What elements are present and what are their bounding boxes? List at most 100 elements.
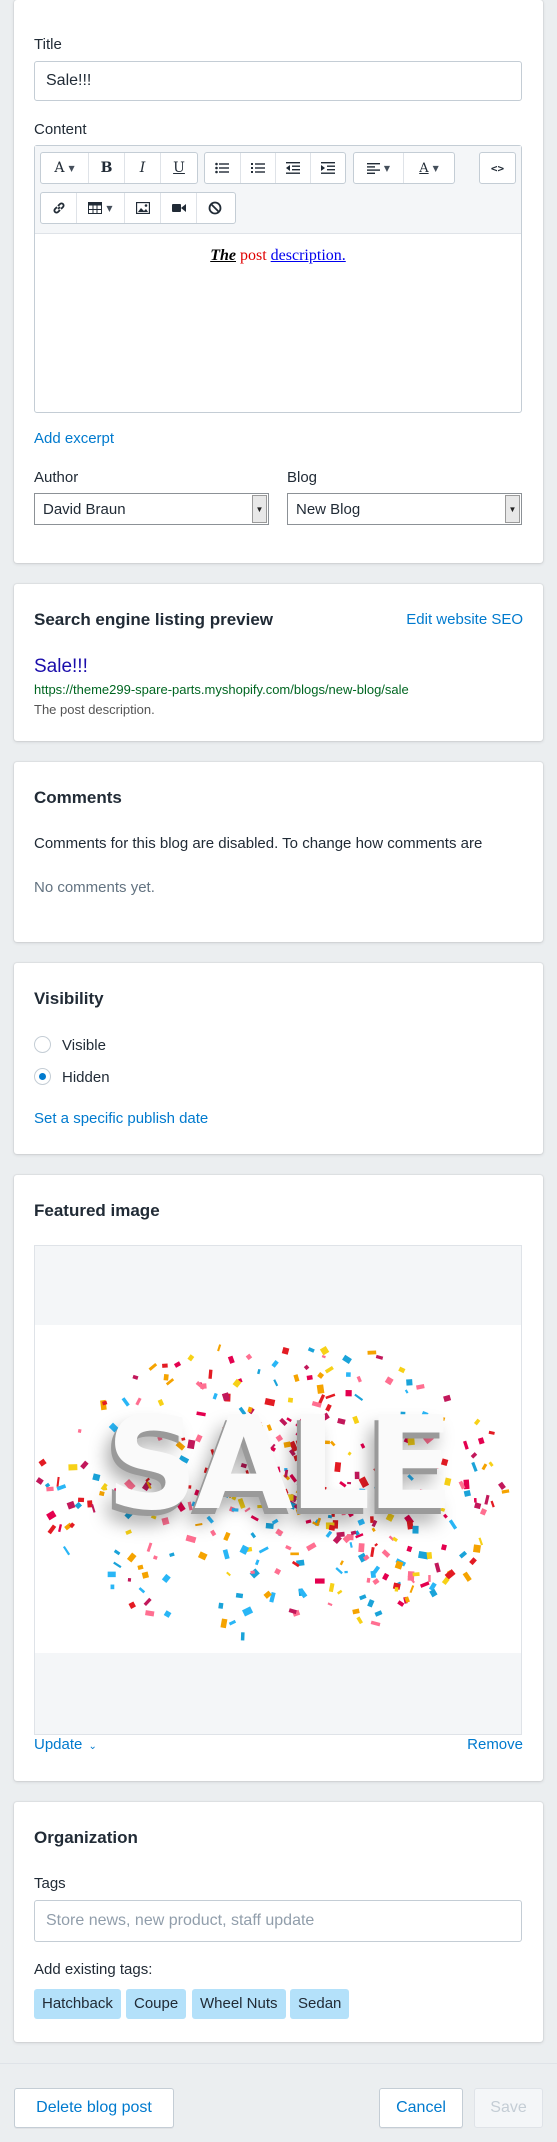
indent-button[interactable] bbox=[311, 153, 346, 183]
bold-button[interactable]: B bbox=[89, 153, 125, 183]
seo-preview-description: The post description. bbox=[34, 702, 155, 717]
align-button[interactable]: ▼ bbox=[354, 153, 404, 183]
confetti-piece bbox=[113, 1561, 122, 1569]
post-details-card: Title Content A▼ B I U bbox=[14, 0, 543, 563]
publish-date-link[interactable]: Set a specific publish date bbox=[34, 1110, 208, 1127]
blog-select[interactable]: New Blog ▼ bbox=[287, 493, 522, 525]
confetti-piece bbox=[306, 1542, 317, 1552]
tag-wheel-nuts[interactable]: Wheel Nuts bbox=[192, 1989, 286, 2019]
content-link[interactable]: description. bbox=[271, 247, 346, 264]
confetti-piece bbox=[327, 1602, 333, 1607]
visibility-heading: Visibility bbox=[34, 989, 104, 1008]
insert-link-button[interactable] bbox=[41, 193, 77, 223]
visible-radio[interactable] bbox=[34, 1036, 51, 1053]
confetti-piece bbox=[344, 1570, 348, 1574]
title-input[interactable] bbox=[34, 61, 522, 101]
blog-value: New Blog bbox=[296, 501, 361, 518]
confetti-piece bbox=[143, 1597, 152, 1606]
confetti-piece bbox=[141, 1571, 150, 1579]
confetti-piece bbox=[366, 1577, 371, 1583]
confetti-piece bbox=[352, 1608, 360, 1615]
bullet-list-button[interactable] bbox=[205, 153, 241, 183]
tags-label: Tags bbox=[34, 1875, 66, 1892]
confetti-piece bbox=[394, 1587, 399, 1592]
seo-preview-card: Search engine listing preview Edit websi… bbox=[14, 584, 543, 741]
text-color-button[interactable]: A ▼ bbox=[404, 153, 454, 183]
confetti-piece bbox=[222, 1549, 230, 1560]
confetti-piece bbox=[169, 1552, 175, 1558]
confetti-piece bbox=[220, 1618, 228, 1629]
font-family-button[interactable]: A ▼ bbox=[41, 153, 89, 183]
featured-image: SALE bbox=[35, 1325, 521, 1653]
tag-coupe[interactable]: Coupe bbox=[126, 1989, 187, 2019]
confetti-piece bbox=[356, 1375, 362, 1383]
code-icon: <> bbox=[490, 161, 505, 175]
font-group: A ▼ B I U bbox=[40, 152, 198, 184]
bold-icon: B bbox=[100, 160, 113, 176]
confetti-piece bbox=[339, 1560, 344, 1566]
confetti-piece bbox=[419, 1581, 430, 1588]
confetti-piece bbox=[273, 1379, 279, 1387]
confetti-piece bbox=[137, 1564, 144, 1571]
confetti-piece bbox=[218, 1602, 224, 1609]
italic-icon: I bbox=[139, 160, 146, 176]
confetti-piece bbox=[281, 1347, 290, 1355]
confetti-piece bbox=[356, 1616, 364, 1625]
html-code-button[interactable]: <> bbox=[480, 153, 515, 183]
confetti-piece bbox=[478, 1537, 484, 1546]
featured-image-heading: Featured image bbox=[34, 1201, 160, 1220]
confetti-piece bbox=[163, 1610, 172, 1618]
code-group: <> bbox=[479, 152, 516, 184]
confetti-piece bbox=[324, 1365, 334, 1374]
confetti-piece bbox=[374, 1543, 379, 1547]
italic-button[interactable]: I bbox=[125, 153, 161, 183]
confetti-piece bbox=[382, 1572, 390, 1581]
organization-heading: Organization bbox=[34, 1828, 138, 1847]
confetti-piece bbox=[145, 1610, 155, 1617]
confetti-piece bbox=[358, 1543, 365, 1553]
organization-card: Organization Tags Add existing tags: Hat… bbox=[14, 1802, 543, 2042]
update-label: Update bbox=[34, 1736, 83, 1753]
confetti-piece bbox=[342, 1354, 352, 1364]
edit-seo-link[interactable]: Edit website SEO bbox=[406, 611, 523, 628]
save-button[interactable]: Save bbox=[474, 2088, 543, 2128]
content-red-word: post bbox=[240, 247, 267, 264]
cancel-button[interactable]: Cancel bbox=[379, 2088, 463, 2128]
hidden-radio[interactable] bbox=[34, 1068, 51, 1085]
confetti-piece bbox=[62, 1545, 71, 1556]
visible-label[interactable]: Visible bbox=[62, 1037, 106, 1054]
confetti-piece bbox=[367, 1599, 375, 1608]
remove-image-link[interactable]: Remove bbox=[467, 1736, 523, 1753]
confetti-piece bbox=[200, 1383, 207, 1390]
delete-blog-post-button[interactable]: Delete blog post bbox=[14, 2088, 174, 2128]
tag-sedan[interactable]: Sedan bbox=[290, 1989, 350, 2019]
author-select[interactable]: David Braun ▼ bbox=[34, 493, 269, 525]
confetti-piece bbox=[163, 1374, 169, 1381]
insert-image-button[interactable] bbox=[125, 193, 161, 223]
update-image-link[interactable]: Update ⌄ bbox=[34, 1736, 97, 1753]
confetti-piece bbox=[375, 1354, 384, 1360]
content-bold-word: The bbox=[210, 247, 236, 264]
confetti-piece bbox=[146, 1542, 153, 1553]
seo-preview-url: https://theme299-spare-parts.myshopify.c… bbox=[34, 682, 409, 697]
tags-input[interactable] bbox=[34, 1900, 522, 1942]
outdent-button[interactable] bbox=[276, 153, 311, 183]
table-icon bbox=[88, 202, 103, 214]
confetti-piece bbox=[161, 1573, 171, 1584]
underline-button[interactable]: U bbox=[161, 153, 197, 183]
hidden-label[interactable]: Hidden bbox=[62, 1069, 110, 1086]
insert-table-button[interactable]: ▼ bbox=[77, 193, 125, 223]
insert-video-button[interactable] bbox=[161, 193, 197, 223]
rich-text-editor: A ▼ B I U ▼ A ▼ <> ▼ The post descriptio… bbox=[34, 145, 522, 413]
confetti-piece bbox=[409, 1585, 415, 1594]
confetti-piece bbox=[335, 1567, 343, 1575]
tag-hatchback[interactable]: Hatchback bbox=[34, 1989, 121, 2019]
confetti-piece bbox=[187, 1354, 195, 1362]
confetti-piece bbox=[152, 1555, 158, 1560]
chevron-down-icon: ▼ bbox=[432, 163, 439, 173]
add-excerpt-link[interactable]: Add excerpt bbox=[34, 430, 114, 447]
clear-format-button[interactable] bbox=[197, 193, 233, 223]
editor-content-area[interactable]: The post description. bbox=[35, 235, 521, 412]
confetti-piece bbox=[235, 1592, 244, 1599]
numbered-list-button[interactable] bbox=[241, 153, 276, 183]
